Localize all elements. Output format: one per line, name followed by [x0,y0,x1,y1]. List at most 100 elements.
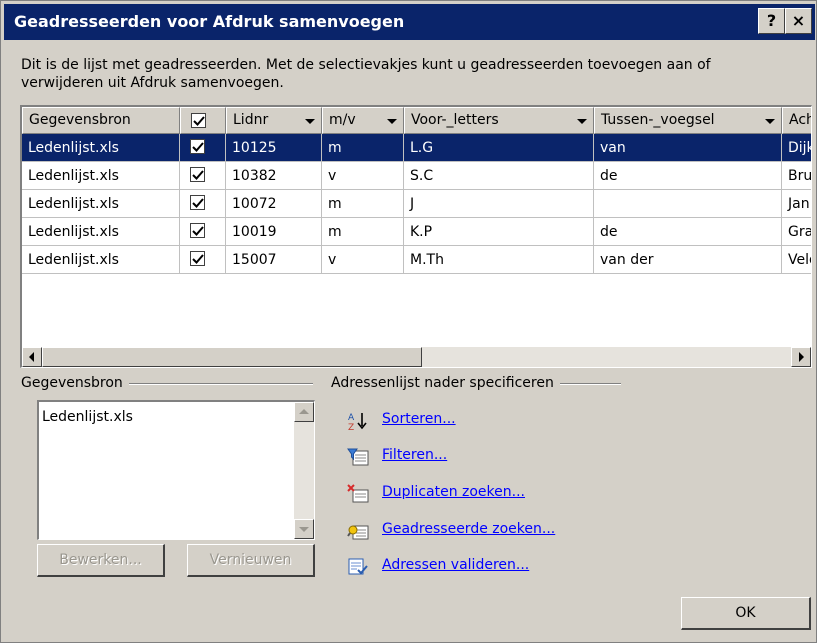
validate-icon [348,558,368,575]
cell-voorletters: K.P [404,218,594,246]
ok-button[interactable]: OK [681,597,811,630]
cell-tussenvoegsel: van der [594,246,782,274]
column-header-tussenvoegsel[interactable]: Tussen-_voegsel [594,107,782,134]
cell-lidnr: 10382 [226,162,322,190]
cell-lidnr: 10125 [226,134,322,162]
source-group-label: Gegevensbron [21,375,129,391]
svg-text:A: A [348,413,355,423]
cell-source: Ledenlijst.xls [22,134,180,162]
cell-achternaam: Veld [782,246,811,274]
cell-voorletters: J [404,190,594,218]
filter-icon [347,448,369,466]
cell-voorletters: M.Th [404,246,594,274]
scroll-left-button[interactable] [22,347,42,367]
arrow-up-icon [299,409,309,414]
check-icon [192,198,204,208]
scroll-down-button[interactable] [294,519,314,539]
column-label: Lidnr [233,112,269,128]
duplicates-link[interactable]: Duplicaten zoeken... [382,484,525,500]
vertical-scrollbar[interactable] [294,402,314,539]
cell-source: Ledenlijst.xls [22,218,180,246]
cell-achternaam: Bru [782,162,811,190]
column-header-achternaam[interactable]: Ach [782,107,811,134]
validate-link[interactable]: Adressen valideren... [382,557,529,573]
cell-lidnr: 15007 [226,246,322,274]
duplicates-icon [347,484,369,503]
recipients-grid[interactable]: Gegevensbron Lidnr m/v Voor-_letters Tus… [20,105,812,368]
row-checkbox[interactable] [190,195,205,210]
check-icon [193,116,205,126]
column-label: Tussen-_voegsel [601,112,715,128]
column-header-check[interactable] [180,107,226,134]
sort-icon: A Z [348,413,367,431]
cell-tussenvoegsel: de [594,162,782,190]
cell-mv: v [322,246,404,274]
column-header-mv[interactable]: m/v [322,107,404,134]
column-label: m/v [329,112,356,128]
row-checkbox[interactable] [190,139,205,154]
table-row[interactable]: Ledenlijst.xls 10125mL.GvanDijk [22,134,811,162]
cell-source: Ledenlijst.xls [22,190,180,218]
column-header-lidnr[interactable]: Lidnr [226,107,322,134]
cell-voorletters: S.C [404,162,594,190]
dialog-title: Geadresseerden voor Afdruk samenvoegen [14,12,405,31]
arrow-right-icon [799,352,804,362]
table-row[interactable]: Ledenlijst.xls 10072 m J Jan [22,190,811,218]
dropdown-arrow-icon[interactable] [387,119,397,124]
check-icon [192,226,204,236]
cell-tussenvoegsel [594,190,782,218]
refresh-button[interactable]: Vernieuwen [187,544,315,577]
cell-lidnr: 10019 [226,218,322,246]
close-button[interactable]: × [785,8,812,34]
table-row[interactable]: Ledenlijst.xls 15007vM.Thvan derVeld [22,246,811,274]
check-icon [192,254,204,264]
select-all-checkbox[interactable] [191,113,206,128]
intro-text: Dit is de lijst met geadresseerden. Met … [21,57,711,91]
column-header-voorletters[interactable]: Voor-_letters [404,107,594,134]
column-header-source[interactable]: Gegevensbron [22,107,180,134]
title-bar: Geadresseerden voor Afdruk samenvoegen ?… [4,4,815,40]
scroll-up-button[interactable] [294,402,314,422]
source-list-item[interactable]: Ledenlijst.xls [42,409,133,425]
cell-lidnr: 10072 [226,190,322,218]
scroll-right-button[interactable] [791,347,811,367]
arrow-down-icon [299,527,309,532]
horizontal-scrollbar[interactable] [22,347,811,367]
svg-text:Z: Z [348,423,354,431]
row-checkbox[interactable] [190,167,205,182]
cell-source: Ledenlijst.xls [22,162,180,190]
source-list[interactable]: Ledenlijst.xls [37,400,315,540]
row-checkbox[interactable] [190,251,205,266]
filter-link[interactable]: Filteren... [382,447,447,463]
cell-achternaam: Jan [782,190,811,218]
find-recipient-link[interactable]: Geadresseerde zoeken... [382,521,555,537]
cell-mv: v [322,162,404,190]
row-checkbox[interactable] [190,223,205,238]
find-recipient-icon [347,525,369,540]
edit-button[interactable]: Bewerken... [37,544,165,577]
cell-voorletters: L.G [404,134,594,162]
table-row[interactable]: Ledenlijst.xls 10382 v S.C de Bru [22,162,811,190]
cell-mv: m [322,218,404,246]
help-button[interactable]: ? [758,8,785,34]
arrow-left-icon [29,352,34,362]
scroll-thumb[interactable] [42,347,422,367]
cell-mv: m [322,134,404,162]
check-icon [192,142,204,152]
row-checkbox-cell [180,218,226,246]
column-label: Gegevensbron [29,112,131,128]
table-row[interactable]: Ledenlijst.xls 10019 m K.P de Gra [22,218,811,246]
check-icon [192,170,204,180]
cell-tussenvoegsel: van [594,134,782,162]
dropdown-arrow-icon[interactable] [765,119,775,124]
row-checkbox-cell [180,162,226,190]
sort-link[interactable]: Sorteren... [382,411,456,427]
dropdown-arrow-icon[interactable] [577,119,587,124]
row-checkbox-cell [180,246,226,274]
cell-achternaam: Dijk [782,134,811,162]
cell-achternaam: Gra [782,218,811,246]
dropdown-arrow-icon[interactable] [305,119,315,124]
row-checkbox-cell [180,190,226,218]
refine-group-label: Adressenlijst nader specificeren [331,375,560,391]
row-checkbox-cell [180,134,226,162]
